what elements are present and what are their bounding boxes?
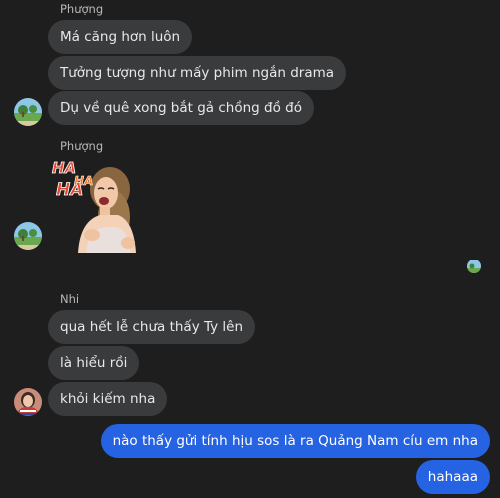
message-bubble[interactable]: Tưởng tượng như mấy phim ngắn drama — [48, 56, 347, 90]
person-avatar-icon — [14, 388, 42, 416]
sender-name: Nhi — [60, 292, 80, 306]
message-bubble-outgoing[interactable]: nào thấy gửi tính hịu sos là ra Quảng Na… — [100, 424, 490, 458]
landscape-avatar-icon — [14, 222, 42, 250]
message-bubble[interactable]: khỏi kiếm nha — [48, 382, 168, 416]
message-bubble[interactable]: là hiểu rồi — [48, 346, 140, 380]
laughing-sticker[interactable]: HA HA HA — [48, 157, 146, 253]
avatar-nhi[interactable] — [14, 388, 42, 416]
avatar-phuong[interactable] — [14, 222, 42, 250]
laughing-girl-sticker-icon: HA HA HA — [52, 159, 136, 253]
message-bubble[interactable]: qua hết lễ chưa thấy Ty lên — [48, 310, 256, 344]
sender-name: Phượng — [60, 139, 104, 153]
sender-name: Phượng — [60, 2, 104, 16]
message-bubble[interactable]: Dụ về quê xong bắt gả chồng đồ đó — [48, 91, 314, 125]
seen-receipt-avatar — [467, 259, 481, 273]
landscape-avatar-icon — [14, 98, 42, 126]
sticker-text: HA — [74, 174, 93, 188]
avatar-phuong[interactable] — [14, 98, 42, 126]
message-bubble-outgoing[interactable]: hahaaa — [415, 460, 490, 494]
message-bubble[interactable]: Má căng hơn luôn — [48, 20, 193, 54]
sticker-text: HA — [52, 159, 76, 177]
seen-avatar-icon — [467, 260, 481, 273]
